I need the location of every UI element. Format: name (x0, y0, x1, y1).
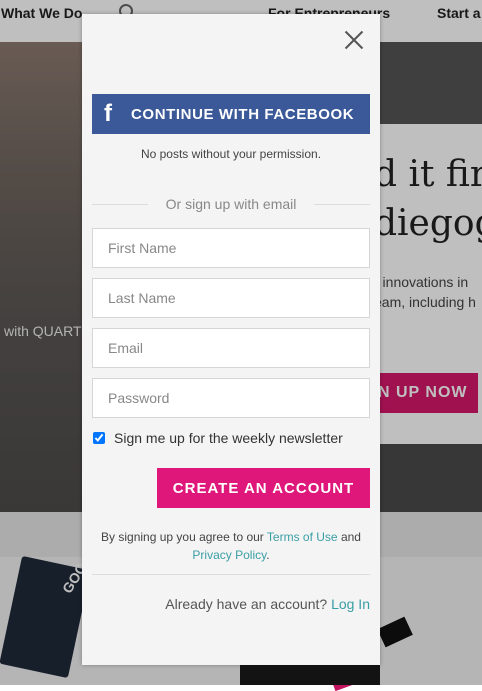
facebook-button-label: CONTINUE WITH FACEBOOK (131, 105, 355, 123)
terms-prefix: By signing up you agree to our (101, 530, 264, 544)
login-prompt: Already have an account? (165, 596, 328, 612)
terms-of-use-link[interactable]: Terms of Use (267, 530, 338, 544)
modal-footer-divider (92, 574, 370, 575)
newsletter-checkbox[interactable] (93, 432, 105, 444)
terms-and: and (340, 530, 361, 544)
email-divider: Or sign up with email (92, 194, 370, 214)
facebook-icon: f (104, 100, 112, 127)
divider-line-right (314, 204, 370, 205)
facebook-permission-note: No posts without your permission. (140, 147, 322, 161)
login-prompt-row: Already have an account? Log In (92, 596, 370, 612)
password-field[interactable] (92, 378, 370, 418)
newsletter-label: Sign me up for the weekly newsletter (114, 430, 343, 446)
close-icon[interactable] (344, 30, 364, 50)
email-field[interactable] (92, 328, 370, 368)
last-name-field[interactable] (92, 278, 370, 318)
continue-with-facebook-button[interactable]: f CONTINUE WITH FACEBOOK (92, 94, 370, 134)
log-in-link[interactable]: Log In (331, 596, 370, 612)
signup-modal: f CONTINUE WITH FACEBOOK No posts withou… (82, 14, 380, 665)
terms-suffix: . (266, 548, 270, 562)
first-name-field[interactable] (92, 228, 370, 268)
terms-text: By signing up you agree to our Terms of … (92, 528, 370, 564)
create-account-button[interactable]: CREATE AN ACCOUNT (157, 468, 370, 508)
newsletter-option[interactable]: Sign me up for the weekly newsletter (92, 428, 343, 448)
privacy-policy-link[interactable]: Privacy Policy (192, 548, 266, 562)
